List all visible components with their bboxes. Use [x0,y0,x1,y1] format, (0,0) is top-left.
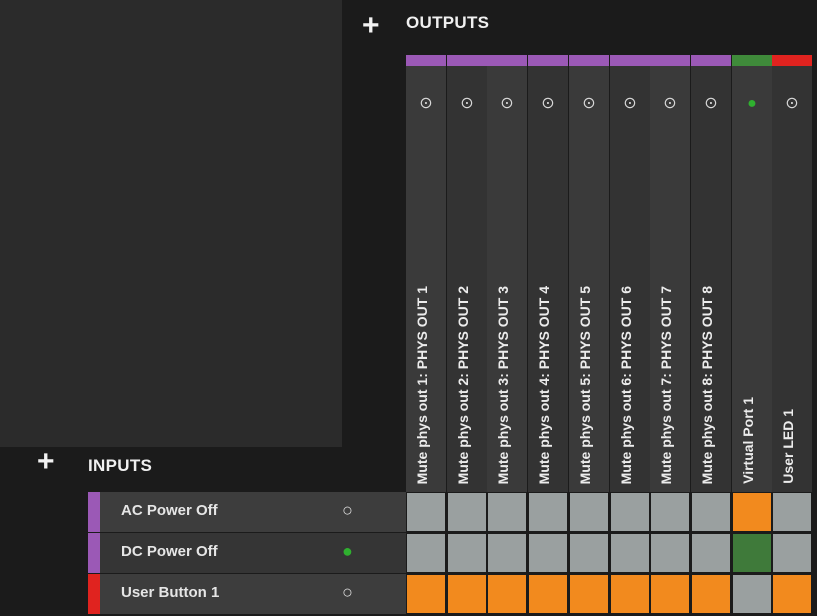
output-column[interactable]: ⊙ Mute phys out 6: PHYS OUT 6 [610,55,650,492]
output-group-band [528,55,568,66]
matrix-cell[interactable] [692,534,730,572]
matrix-cell[interactable] [733,534,771,572]
input-row-label: DC Power Off [121,543,218,560]
output-group-band [487,55,527,66]
output-column[interactable]: ⊙ Mute phys out 3: PHYS OUT 3 [487,55,527,492]
input-row-body: User Button 1 ○ [100,574,406,614]
lightbulb-off-icon[interactable]: ⊙ [406,96,446,112]
output-column[interactable]: ⊙ User LED 1 [772,55,812,492]
output-group-band [406,55,446,66]
outputs-header: ⊙ Mute phys out 1: PHYS OUT 1 ⊙ Mute phys o… [406,55,817,492]
output-column-label: User LED 1 [780,409,796,484]
output-group-band [772,55,812,66]
output-column-label: Mute phys out 6: PHYS OUT 6 [618,285,634,484]
add-output-button[interactable]: + [362,11,380,41]
matrix-cell[interactable] [529,534,567,572]
output-column-label: Mute phys out 1: PHYS OUT 1 [414,285,430,484]
input-row-body: AC Power Off ○ [100,492,406,532]
output-column-label: Mute phys out 3: PHYS OUT 3 [495,285,511,484]
lightbulb-on-icon[interactable]: ● [732,96,772,112]
matrix-cell[interactable] [407,534,445,572]
matrix-cell[interactable] [570,493,608,531]
matrix-cell[interactable] [651,493,689,531]
empty-corner-pane [0,0,342,447]
output-group-band [691,55,731,66]
output-column-label: Mute phys out 7: PHYS OUT 7 [658,285,674,484]
input-row[interactable]: AC Power Off ○ [88,492,406,532]
output-column[interactable]: ⊙ Mute phys out 1: PHYS OUT 1 [406,55,446,492]
output-column-label: Virtual Port 1 [740,397,756,484]
matrix-cell[interactable] [692,575,730,613]
output-group-band [650,55,690,66]
output-column-label: Mute phys out 4: PHYS OUT 4 [536,285,552,484]
routing-matrix [406,492,817,616]
lightbulb-off-icon[interactable]: ⊙ [772,96,812,112]
matrix-cell[interactable] [448,493,486,531]
output-column[interactable]: ⊙ Mute phys out 4: PHYS OUT 4 [528,55,568,492]
lightbulb-off-icon[interactable]: ⊙ [528,96,568,112]
output-group-band [732,55,772,66]
lightbulb-off-icon[interactable]: ⊙ [610,96,650,112]
matrix-cell[interactable] [773,575,811,613]
lightbulb-on-icon[interactable]: ● [342,542,353,560]
lightbulb-off-icon[interactable]: ○ [342,501,353,519]
matrix-cell[interactable] [570,534,608,572]
output-group-band [447,55,487,66]
output-column-label: Mute phys out 2: PHYS OUT 2 [455,285,471,484]
output-column-label: Mute phys out 5: PHYS OUT 5 [577,285,593,484]
matrix-cell[interactable] [651,575,689,613]
lightbulb-off-icon[interactable]: ⊙ [569,96,609,112]
input-row-label: AC Power Off [121,502,218,519]
output-column[interactable]: ⊙ Mute phys out 8: PHYS OUT 8 [691,55,731,492]
output-column-label: Mute phys out 8: PHYS OUT 8 [699,285,715,484]
matrix-cell[interactable] [773,493,811,531]
output-group-band [569,55,609,66]
matrix-cell[interactable] [611,493,649,531]
input-group-band [88,533,100,573]
matrix-cell[interactable] [448,534,486,572]
lightbulb-off-icon[interactable]: ○ [342,583,353,601]
matrix-cell[interactable] [488,534,526,572]
matrix-cell[interactable] [611,534,649,572]
matrix-cell[interactable] [611,575,649,613]
matrix-cell[interactable] [448,575,486,613]
add-input-button[interactable]: + [37,447,55,477]
output-column[interactable]: ● Virtual Port 1 [732,55,772,492]
input-row-label: User Button 1 [121,584,220,601]
matrix-cell[interactable] [570,575,608,613]
matrix-cell[interactable] [733,575,771,613]
matrix-cell[interactable] [407,493,445,531]
matrix-cell[interactable] [692,493,730,531]
outputs-title: OUTPUTS [406,13,490,32]
matrix-cell[interactable] [733,493,771,531]
input-row[interactable]: User Button 1 ○ [88,574,406,614]
output-column[interactable]: ⊙ Mute phys out 2: PHYS OUT 2 [447,55,487,492]
matrix-cell[interactable] [773,534,811,572]
output-column[interactable]: ⊙ Mute phys out 7: PHYS OUT 7 [650,55,690,492]
matrix-cell[interactable] [488,493,526,531]
lightbulb-off-icon[interactable]: ⊙ [650,96,690,112]
lightbulb-off-icon[interactable]: ⊙ [447,96,487,112]
output-column[interactable]: ⊙ Mute phys out 5: PHYS OUT 5 [569,55,609,492]
output-group-band [610,55,650,66]
matrix-cell[interactable] [651,534,689,572]
matrix-cell[interactable] [488,575,526,613]
input-group-band [88,492,100,532]
inputs-title: INPUTS [88,456,153,475]
matrix-cell[interactable] [407,575,445,613]
input-group-band [88,574,100,614]
matrix-cell[interactable] [529,575,567,613]
lightbulb-off-icon[interactable]: ⊙ [691,96,731,112]
input-row[interactable]: DC Power Off ● [88,533,406,573]
lightbulb-off-icon[interactable]: ⊙ [487,96,527,112]
input-row-body: DC Power Off ● [100,533,406,573]
matrix-cell[interactable] [529,493,567,531]
